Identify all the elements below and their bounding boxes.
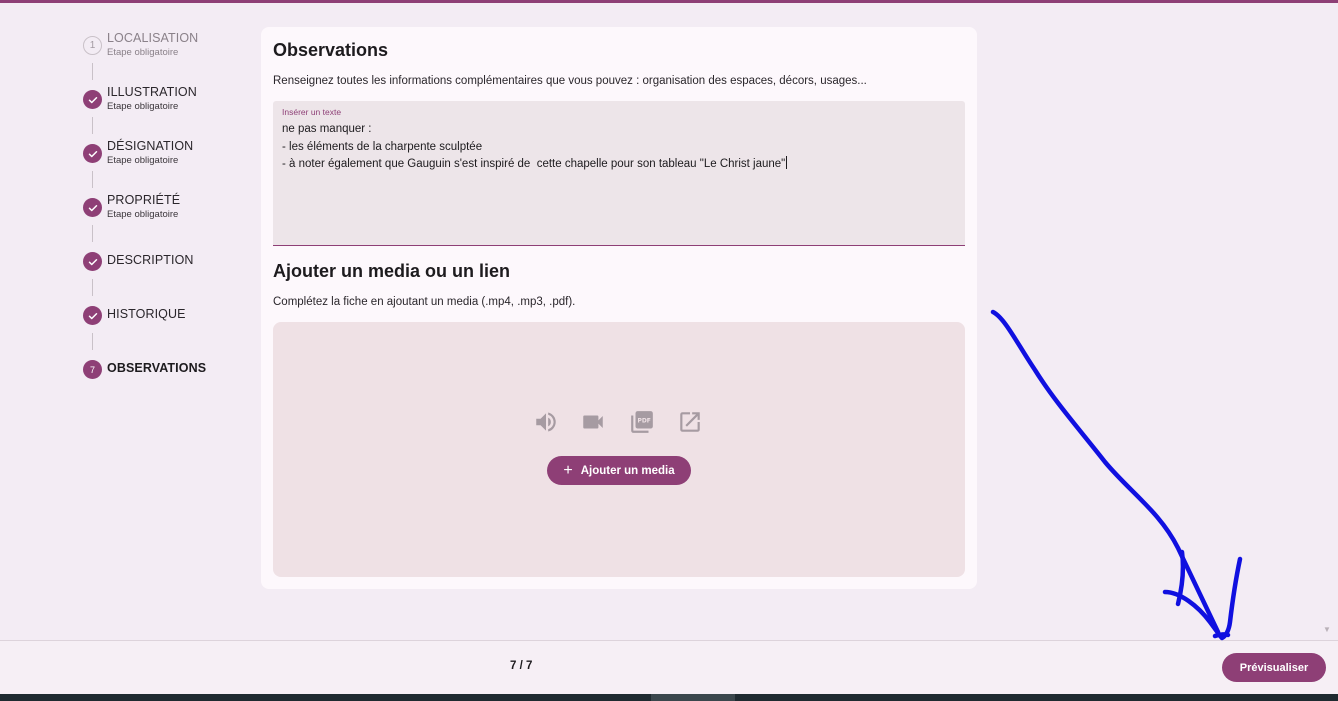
check-icon [83, 306, 102, 325]
step-connector [92, 171, 93, 188]
media-description: Complétez la fiche en ajoutant un media … [273, 296, 576, 308]
step-subtitle: Etape obligatoire [107, 47, 179, 58]
step-connector [92, 63, 93, 80]
step-historique[interactable]: HISTORIQUE [83, 298, 253, 338]
step-illustration[interactable]: ILLUSTRATION Etape obligatoire [83, 82, 253, 122]
pdf-icon: PDF [629, 409, 655, 435]
media-dropzone[interactable]: PDF + Ajouter un media [273, 322, 965, 577]
step-title: HISTORIQUE [107, 307, 186, 321]
text-caret [786, 156, 788, 169]
taskbar-item [651, 694, 735, 701]
preview-button[interactable]: Prévisualiser [1222, 653, 1326, 682]
step-title: OBSERVATIONS [107, 361, 207, 375]
top-accent-bar [0, 0, 1338, 3]
video-camera-icon [580, 409, 606, 435]
step-title: DÉSIGNATION [107, 139, 194, 153]
step-subtitle: Etape obligatoire [107, 101, 179, 112]
step-connector [92, 279, 93, 296]
observations-description: Renseignez toutes les informations compl… [273, 75, 867, 87]
speaker-icon [533, 409, 559, 435]
step-localisation[interactable]: 1 LOCALISATION Etape obligatoire [83, 28, 253, 68]
textarea-value: ne pas manquer : - les éléments de la ch… [282, 123, 786, 170]
step-description[interactable]: DESCRIPTION [83, 244, 253, 284]
add-media-button[interactable]: + Ajouter un media [547, 456, 691, 485]
add-media-label: Ajouter un media [580, 464, 675, 477]
footer-bar: 7 / 7 Prévisualiser [0, 640, 1338, 694]
check-icon [83, 198, 102, 217]
step-number-badge: 1 [83, 36, 102, 55]
textarea-label: Insérer un texte [282, 107, 342, 117]
media-heading: Ajouter un media ou un lien [273, 261, 511, 281]
step-connector [92, 333, 93, 350]
step-connector [92, 117, 93, 134]
step-connector [92, 225, 93, 242]
step-number-badge: 7 [83, 360, 102, 379]
step-propriete[interactable]: PROPRIÉTÉ Etape obligatoire [83, 190, 253, 230]
step-title: LOCALISATION [107, 31, 199, 45]
step-title: DESCRIPTION [107, 253, 194, 267]
svg-text:PDF: PDF [637, 418, 650, 425]
page-count: 7 / 7 [510, 660, 533, 672]
step-title: PROPRIÉTÉ [107, 193, 181, 207]
step-observations[interactable]: 7 OBSERVATIONS [83, 352, 253, 392]
plus-icon: + [563, 461, 573, 479]
observations-textarea[interactable]: Insérer un texte ne pas manquer : - les … [273, 101, 965, 246]
step-subtitle: Etape obligatoire [107, 209, 179, 220]
scroll-down-arrow[interactable]: ▼ [1323, 625, 1331, 634]
check-icon [83, 144, 102, 163]
check-icon [83, 90, 102, 109]
media-type-icons: PDF [533, 409, 713, 435]
observations-heading: Observations [273, 40, 389, 60]
external-link-icon [677, 409, 703, 435]
form-card: Observations Renseignez toutes les infor… [261, 27, 977, 589]
step-title: ILLUSTRATION [107, 85, 197, 99]
os-taskbar [0, 694, 1338, 701]
step-designation[interactable]: DÉSIGNATION Etape obligatoire [83, 136, 253, 176]
step-subtitle: Etape obligatoire [107, 155, 179, 166]
check-icon [83, 252, 102, 271]
